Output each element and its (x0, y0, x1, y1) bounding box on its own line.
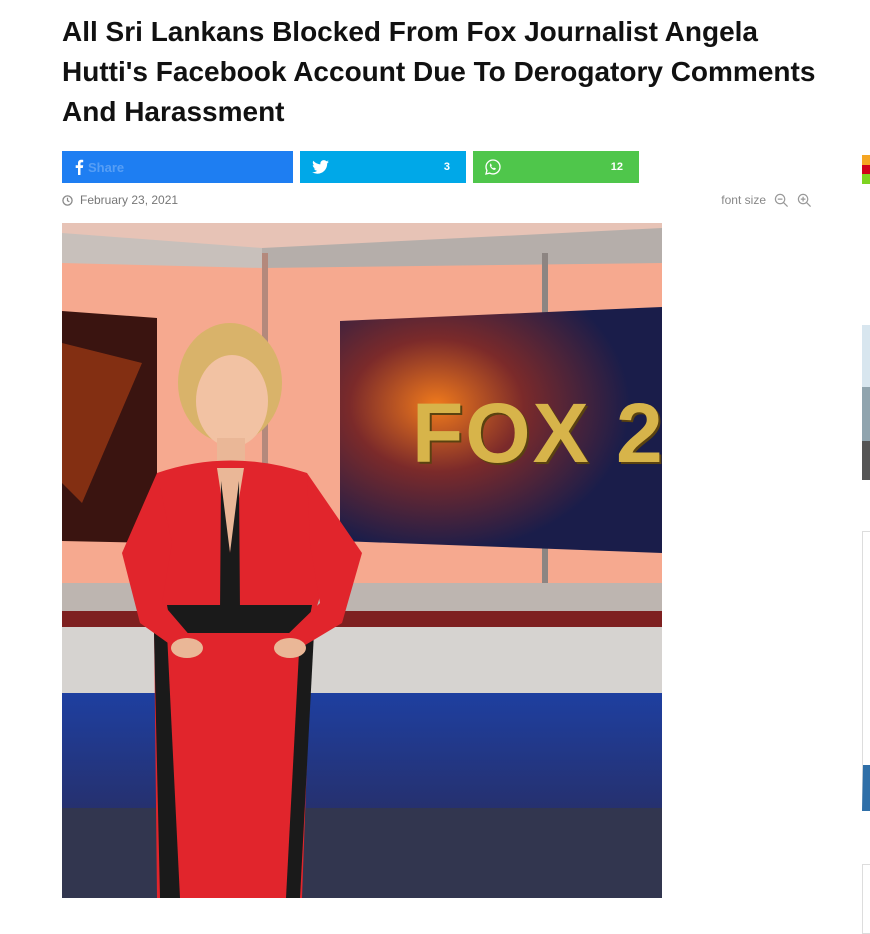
sidebar-color-bar (862, 155, 870, 184)
sidebar-widget (862, 531, 870, 811)
twitter-icon (312, 160, 329, 174)
facebook-share-label: Share (88, 159, 125, 175)
sidebar-thumbnail (862, 325, 870, 480)
date-text: February 23, 2021 (80, 193, 179, 207)
facebook-share-button[interactable]: Share (62, 151, 293, 183)
article-date: February 23, 2021 (62, 193, 178, 207)
whatsapp-share-button[interactable]: 12 (473, 151, 639, 183)
clock-icon (62, 194, 73, 206)
whatsapp-icon (485, 159, 501, 175)
font-size-label: font size (721, 193, 766, 207)
twitter-share-button[interactable]: 3 (300, 151, 466, 183)
twitter-share-count: 3 (443, 161, 450, 173)
sidebar-widget-2 (862, 864, 870, 934)
zoom-out-icon[interactable] (774, 193, 789, 208)
font-size-controls: font size (721, 193, 812, 207)
studio-sign: FOX 2 (412, 386, 662, 480)
whatsapp-share-count: 12 (610, 161, 623, 173)
article-title: All Sri Lankans Blocked From Fox Journal… (62, 16, 816, 127)
zoom-in-icon[interactable] (797, 193, 812, 208)
facebook-icon (74, 159, 84, 175)
article-hero-image: FOX 2 (62, 223, 662, 898)
